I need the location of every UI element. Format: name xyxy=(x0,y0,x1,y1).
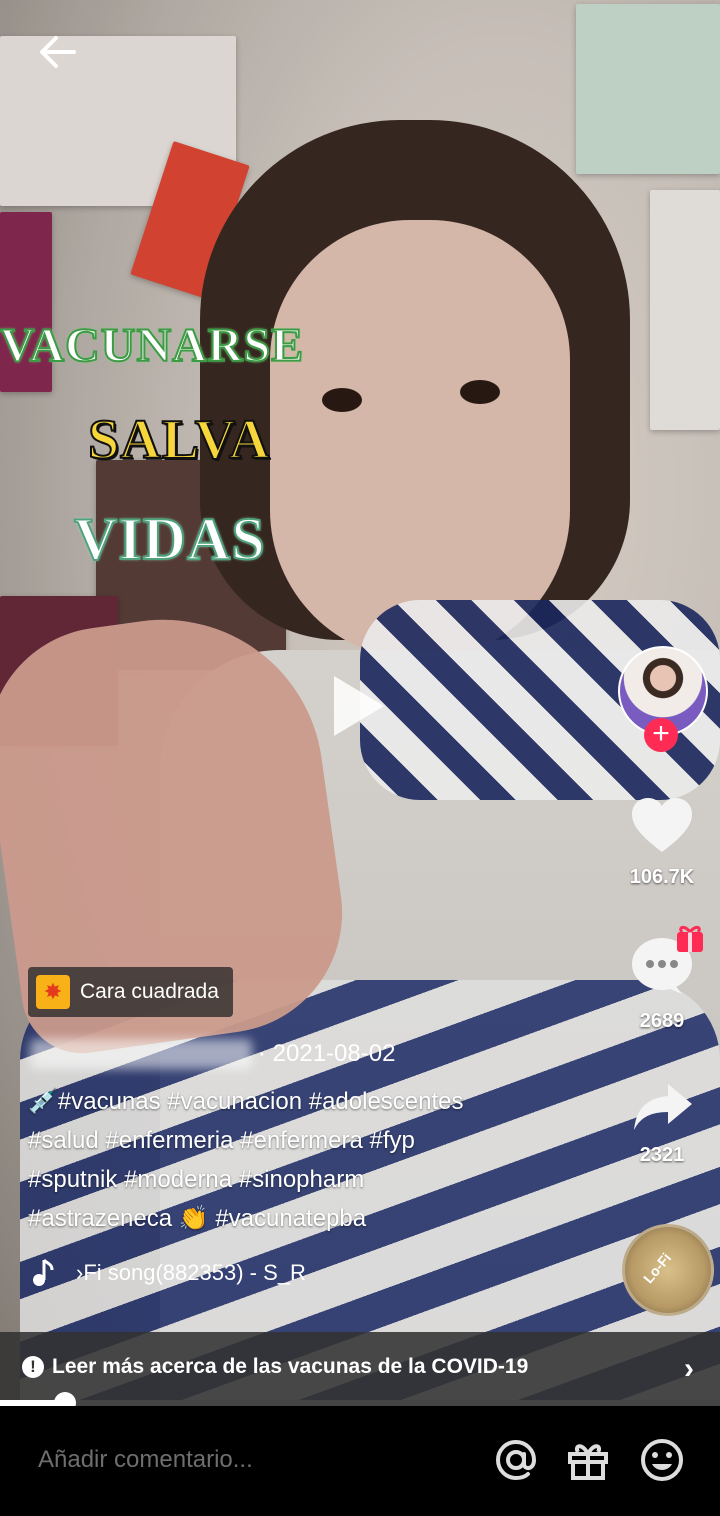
effect-label: Cara cuadrada xyxy=(80,980,219,1003)
caption-line[interactable]: 💉#vacunas #vacunacion #adolescentes xyxy=(28,1082,588,1121)
author-name-blurred[interactable] xyxy=(30,1039,252,1069)
caption-line[interactable]: #sputnik #moderna #sinopharm xyxy=(28,1160,588,1199)
caption: 💉#vacunas #vacunacion #adolescentes #sal… xyxy=(28,1082,588,1238)
overlay-text-line2: SALVA xyxy=(87,408,271,472)
post-date: · 2021-08-02 xyxy=(258,1040,396,1067)
banner-text: Leer más acerca de las vacunas de la COV… xyxy=(52,1355,529,1378)
chevron-right-icon: › xyxy=(684,1352,694,1385)
follow-button[interactable]: + xyxy=(644,718,678,752)
comment-input[interactable]: Añadir comentario... xyxy=(38,1446,253,1474)
overlay-text-line1: VACUNARSE xyxy=(0,318,305,373)
gift-badge-icon xyxy=(677,925,703,952)
heart-icon[interactable] xyxy=(630,796,694,856)
emoji-icon[interactable] xyxy=(638,1436,686,1484)
like-count: 106.7K xyxy=(629,866,695,888)
covid-info-banner[interactable]: ! Leer más acerca de las vacunas de la C… xyxy=(0,1332,720,1402)
sound-disc[interactable] xyxy=(622,1224,714,1316)
at-mention-icon[interactable] xyxy=(492,1436,540,1484)
gift-icon[interactable] xyxy=(564,1436,612,1484)
comment-count: 2689 xyxy=(639,1010,685,1032)
music-row[interactable]: ›Fi song(882353) - S_R xyxy=(30,1258,306,1288)
info-alert-icon: ! xyxy=(22,1356,44,1378)
play-icon[interactable] xyxy=(334,676,384,736)
overlay-text-line3: VIDAS xyxy=(73,505,266,573)
caption-line[interactable]: #astrazeneca 👏 #vacunatepba xyxy=(28,1199,588,1238)
share-count: 2321 xyxy=(639,1144,685,1166)
share-icon[interactable] xyxy=(632,1082,694,1132)
author-row: · 2021-08-02 xyxy=(30,1036,395,1072)
music-title: ›Fi song(882353) - S_R xyxy=(76,1260,306,1285)
music-note-icon xyxy=(33,1258,54,1286)
sparkle-icon: ✸ xyxy=(36,975,70,1009)
effect-chip[interactable]: ✸ Cara cuadrada xyxy=(28,967,233,1017)
arrow-left-icon[interactable] xyxy=(36,30,80,74)
caption-line[interactable]: #salud #enfermeria #enfermera #fyp xyxy=(28,1121,588,1160)
